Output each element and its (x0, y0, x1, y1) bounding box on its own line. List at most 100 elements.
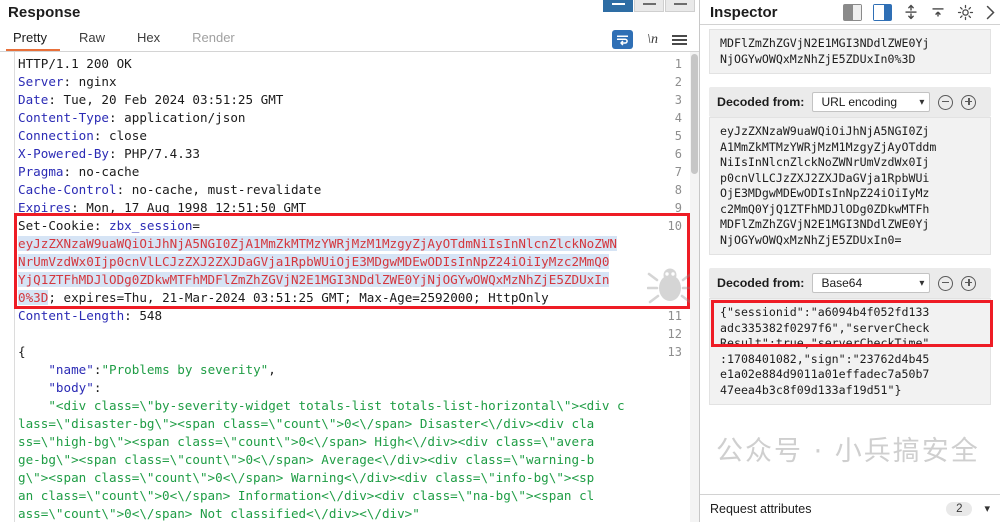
inspector-toolbar (843, 4, 996, 21)
code-segment: : no-cache (64, 164, 140, 179)
request-attributes-count: 2 (946, 502, 972, 516)
code-line: ge-bg\"><span class=\"count\">0<\/span> … (18, 451, 594, 469)
newline-glyph: \n (647, 32, 658, 48)
line-number: 9 (652, 199, 682, 217)
burp-suite-window: Response Pretty Raw Hex Render \ (0, 0, 1000, 522)
watermark-text: 公众号 · 小兵搞安全 (716, 429, 980, 468)
code-segment: : PHP/7.4.33 (109, 146, 200, 161)
code-segment: eyJzZXNzaW9uaWQiOiJhNjA5NGI0ZjA1MmZkMTMz… (18, 236, 617, 251)
base64-encoding-select[interactable]: Base64 ▾ (812, 273, 930, 293)
minimize-button[interactable] (634, 0, 664, 12)
tab-raw[interactable]: Raw (72, 28, 118, 51)
code-line: ass=\"count\">0<\/span> Not classified<\… (18, 505, 420, 522)
code-segment: "<div class=\"by-severity-widget totals-… (18, 398, 625, 413)
decoded-base64-section-header: Decoded from: Base64 ▾ (709, 268, 991, 298)
decoded-from-label-base64: Decoded from: (717, 276, 804, 290)
request-attributes-row[interactable]: Request attributes 2 ▾ (700, 494, 1000, 522)
code-segment: "Problems by severity" (101, 362, 268, 377)
wrap-lines-icon[interactable] (612, 30, 633, 49)
response-tab-bar: Pretty Raw Hex Render \n (0, 26, 699, 52)
line-number: 5 (652, 127, 682, 145)
remove-decoder-button-url[interactable] (938, 95, 953, 110)
code-line: Connection: close (18, 127, 147, 145)
maximize-button[interactable] (665, 0, 695, 12)
code-line: Date: Tue, 20 Feb 2024 03:51:25 GMT (18, 91, 283, 109)
code-line: "name":"Problems by severity", (18, 361, 276, 379)
decoded-url-section-header: Decoded from: URL encoding ▾ (709, 87, 991, 117)
code-segment: Date (18, 92, 48, 107)
decoded-base64-value[interactable]: {"sessionid":"a6094b4f052fd133 adc335382… (709, 298, 991, 405)
chevron-down-icon: ▾ (919, 278, 924, 289)
tab-render[interactable]: Render (185, 28, 248, 51)
response-scrollbar-thumb[interactable] (691, 54, 698, 174)
code-line: Content-Length: 548 (18, 307, 162, 325)
line-number: 2 (652, 73, 682, 91)
newline-icon[interactable]: \n (647, 32, 658, 48)
code-segment: ass=\"count\">0<\/span> Not classified<\… (18, 506, 420, 521)
code-line: Set-Cookie: zbx_session= (18, 217, 200, 235)
menu-icon[interactable] (672, 35, 687, 45)
code-segment: : Mon, 17 Aug 1998 12:51:50 GMT (71, 200, 306, 215)
code-segment: : 548 (124, 308, 162, 323)
code-segment (18, 362, 48, 377)
response-toolbar: \n (612, 30, 699, 51)
code-line: NrUmVzdWx0Ijp0cnVlLCJzZXJ2ZXJDaGVja1RpbW… (18, 253, 609, 271)
response-title: Response (0, 0, 699, 26)
collapse-all-icon[interactable] (930, 4, 946, 20)
code-segment: g\"><span class=\"count\">0<\/span> Warn… (18, 470, 594, 485)
code-segment: , (268, 362, 276, 377)
code-segment: NrUmVzdWx0Ijp0cnVlLCJzZXJ2ZXJDaGVja1RpbW… (18, 254, 609, 269)
response-scrollbar[interactable] (690, 52, 699, 522)
code-line: { (18, 343, 26, 361)
add-decoder-button-base64[interactable] (961, 276, 976, 291)
code-segment: X-Powered-By (18, 146, 109, 161)
code-line: YjQ1ZTFhMDJlODg0ZDkwMTFhMDFlZmZhZGVjN2E1… (18, 271, 609, 289)
inspector-body: MDFlZmZhZGVjN2E1MGI3NDdlZWE0Yj NjOGYwOWQ… (700, 25, 1000, 494)
code-line: X-Powered-By: PHP/7.4.33 (18, 145, 200, 163)
line-number: 10 (652, 217, 682, 235)
remove-decoder-button-base64[interactable] (938, 276, 953, 291)
chevron-down-icon: ▾ (919, 97, 924, 108)
decoded-url-value[interactable]: eyJzZXNzaW9uaWQiOiJhNjA5NGI0Zj A1MmZkMTM… (709, 117, 991, 255)
settings-gear-icon[interactable] (957, 4, 974, 21)
decoded-from-label-url: Decoded from: (717, 95, 804, 109)
code-segment: an class=\"count\">0<\/span> Information… (18, 488, 594, 503)
response-code-area[interactable]: HTTP/1.1 200 OKServer: nginxDate: Tue, 2… (0, 52, 699, 522)
restore-button[interactable] (603, 0, 633, 12)
layout-left-icon[interactable] (843, 4, 862, 21)
code-segment: : (94, 380, 102, 395)
code-segment: Cache-Control (18, 182, 117, 197)
code-segment: Server (18, 74, 64, 89)
add-decoder-button-url[interactable] (961, 95, 976, 110)
code-segment: "body" (48, 380, 94, 395)
code-segment: Connection (18, 128, 94, 143)
code-segment: : close (94, 128, 147, 143)
code-segment: 0%3D (18, 290, 48, 305)
tab-pretty[interactable]: Pretty (6, 28, 60, 51)
line-number: 11 (652, 307, 682, 325)
code-segment: Content-Length (18, 308, 124, 323)
raw-cookie-value[interactable]: MDFlZmZhZGVjN2E1MGI3NDdlZWE0Yj NjOGYwOWQ… (709, 29, 991, 74)
tab-hex[interactable]: Hex (130, 28, 173, 51)
response-code-lines: HTTP/1.1 200 OKServer: nginxDate: Tue, 2… (18, 52, 699, 522)
line-number: 13 (652, 343, 682, 361)
code-segment: HTTP/1.1 200 OK (18, 56, 132, 71)
code-line: "<div class=\"by-severity-widget totals-… (18, 397, 625, 415)
code-segment: YjQ1ZTFhMDJlODg0ZDkwMTFhMDFlZmZhZGVjN2E1… (18, 272, 609, 287)
chevron-right-icon[interactable] (985, 5, 996, 20)
code-line: an class=\"count\">0<\/span> Information… (18, 487, 594, 505)
request-attributes-label: Request attributes (710, 502, 811, 516)
chevron-down-icon[interactable]: ▾ (984, 502, 990, 515)
code-segment: Pragma (18, 164, 64, 179)
inspector-header: Inspector (700, 0, 1000, 25)
code-segment: : no-cache, must-revalidate (117, 182, 322, 197)
layout-right-icon[interactable] (873, 4, 892, 21)
expand-all-icon[interactable] (903, 4, 919, 20)
line-number: 7 (652, 163, 682, 181)
code-segment: zbx_session (109, 218, 192, 233)
response-panel: Response Pretty Raw Hex Render \ (0, 0, 700, 522)
inspector-title: Inspector (710, 4, 778, 21)
url-encoding-select[interactable]: URL encoding ▾ (812, 92, 930, 112)
line-number: 12 (652, 325, 682, 343)
code-segment: = (192, 218, 200, 233)
